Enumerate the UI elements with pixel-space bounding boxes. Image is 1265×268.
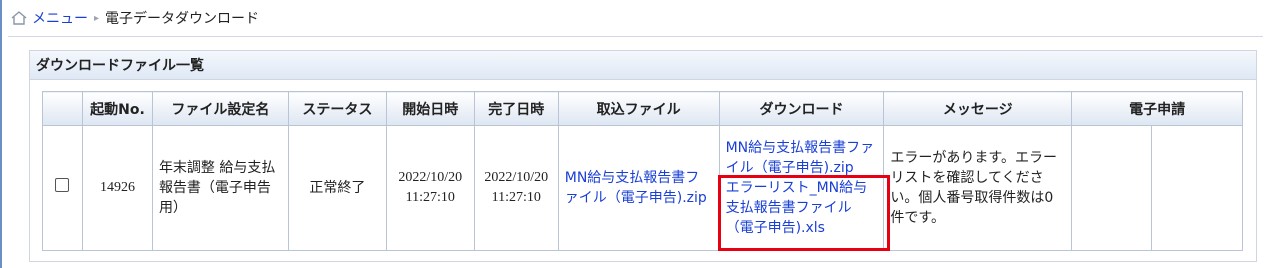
breadcrumb-menu-link[interactable]: メニュー: [32, 8, 88, 28]
download-file-1: MN給与支払報告書ファイル（電子申告).zip: [726, 138, 878, 178]
run-no-cell: 14926: [81, 125, 153, 251]
import-file-cell: MN給与支払報告書ファイル（電子申告).zip: [557, 125, 720, 251]
e-application-cell-1: [1071, 125, 1153, 251]
download-error-list-link[interactable]: エラーリスト_MN給与支払報告書ファイル（電子申告).xls: [726, 180, 868, 236]
header-e-application: 電子申請: [1071, 91, 1243, 126]
download-cell: MN給与支払報告書ファイル（電子申告).zip エラーリスト_MN給与支払報告書…: [717, 125, 890, 251]
row-select-cell: [42, 125, 83, 251]
start-time: 11:27:10: [405, 190, 455, 205]
e-application-cell-2: [1151, 125, 1243, 251]
download-file-table: 起動No. ファイル設定名 ステータス 開始日時 完了日時 取込ファイル ダウン…: [42, 91, 1243, 251]
end-time-cell: 2022/10/20 11:27:10: [473, 125, 559, 251]
table-row: 14926 年末調整 給与支払報告書（電子申告用） 正常終了 2022/10/2…: [42, 125, 1243, 251]
start-date: 2022/10/20: [398, 170, 463, 185]
end-date: 2022/10/20: [484, 170, 549, 185]
header-end-time: 完了日時: [473, 91, 559, 126]
file-setting-cell: 年末調整 給与支払報告書（電子申告用）: [151, 125, 289, 251]
header-select: [42, 91, 83, 126]
header-start-time: 開始日時: [385, 91, 475, 126]
panel-title: ダウンロードファイル一覧: [30, 51, 1256, 80]
download-file-list-panel: ダウンロードファイル一覧 起動No. ファイル設定名 ステータス 開始日時 完了…: [29, 50, 1257, 262]
download-file-2: エラーリスト_MN給与支払報告書ファイル（電子申告).xls: [717, 175, 890, 251]
breadcrumb-current-page: 電子データダウンロード: [105, 11, 260, 27]
status-cell: 正常終了: [287, 125, 387, 251]
header-import-file: 取込ファイル: [557, 91, 720, 126]
header-file-setting: ファイル設定名: [151, 91, 289, 126]
start-time-cell: 2022/10/20 11:27:10: [385, 125, 475, 251]
header-message: メッセージ: [883, 91, 1073, 126]
header-download: ダウンロード: [718, 91, 885, 126]
end-time: 11:27:10: [491, 190, 541, 205]
header-status: ステータス: [287, 91, 387, 126]
row-checkbox[interactable]: [55, 178, 70, 192]
message-cell: エラーがあります。エラーリストを確認してください。個人番号取得件数は0件です。: [883, 125, 1073, 251]
download-zip-link[interactable]: MN給与支払報告書ファイル（電子申告).zip: [726, 140, 875, 176]
table-header-row: 起動No. ファイル設定名 ステータス 開始日時 完了日時 取込ファイル ダウン…: [42, 91, 1243, 126]
import-file-link[interactable]: MN給与支払報告書ファイル（電子申告).zip: [565, 170, 707, 206]
breadcrumb: メニュー ▸ 電子データダウンロード: [8, 0, 1263, 37]
header-run-no: 起動No.: [81, 91, 153, 126]
home-icon[interactable]: [10, 10, 28, 26]
breadcrumb-separator-icon: ▸: [94, 12, 100, 24]
app-frame: メニュー ▸ 電子データダウンロード ダウンロードファイル一覧 起動No. ファ…: [0, 0, 1265, 268]
